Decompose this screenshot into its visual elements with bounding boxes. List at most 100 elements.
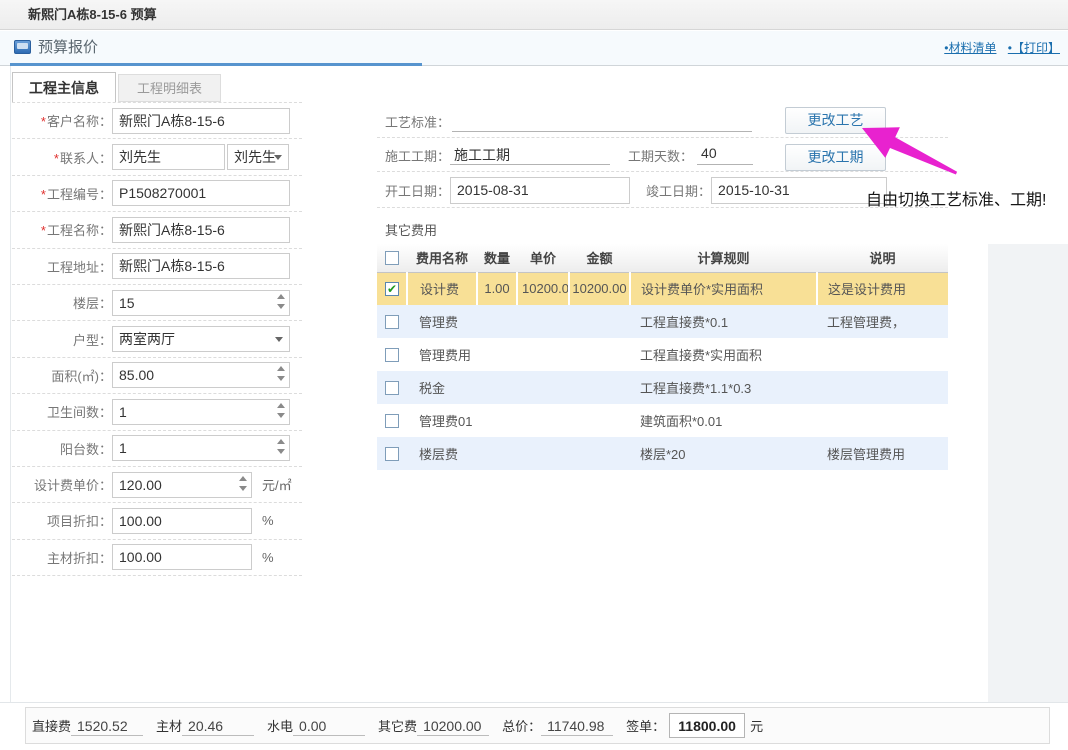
fees-table: 费用名称 数量 单价 金额 计算规则 说明 ✔ 设计费 1.00 10200.0… xyxy=(377,244,948,470)
toolbar-links: •材料清单 •【打印】 xyxy=(936,31,1060,65)
toolbar: 预算报价 •材料清单 •【打印】 xyxy=(0,31,1068,66)
stepper-arrows-icon[interactable] xyxy=(277,439,285,457)
material-list-link[interactable]: •材料清单 xyxy=(944,41,996,55)
row-checkbox-checked[interactable]: ✔ xyxy=(385,282,399,296)
form-row-balcony-count: 阳台数： xyxy=(12,431,302,467)
construction-schedule-value: 施工工期 xyxy=(450,145,610,165)
project-discount-input[interactable] xyxy=(112,508,252,534)
form-row-area: 面积(㎡)： xyxy=(12,358,302,394)
start-date-input[interactable] xyxy=(450,177,630,204)
col-amount: 金额 xyxy=(569,244,630,272)
col-unit-price: 单价 xyxy=(517,244,569,272)
form-row-project-code: *工程编号： xyxy=(12,176,302,212)
process-standard-label: 工艺标准： xyxy=(377,112,450,131)
project-name-input[interactable] xyxy=(112,217,290,243)
chevron-down-icon xyxy=(274,155,282,160)
tab-project-detail[interactable]: 工程明细表 xyxy=(118,74,221,102)
customer-name-input[interactable] xyxy=(112,108,290,134)
tab-bar: 工程主信息 工程明细表 xyxy=(12,72,221,102)
fee-row-tax[interactable]: 税金 工程直接费*1.1*0.3 xyxy=(377,371,948,404)
stepper-arrows-icon[interactable] xyxy=(277,403,285,421)
total-price-value: 11740.98 xyxy=(541,718,613,736)
end-date-input[interactable] xyxy=(711,177,887,204)
area-stepper[interactable] xyxy=(112,362,290,388)
annotation-text: 自由切换工艺标准、工期! xyxy=(866,186,1046,210)
form-row-floor: 楼层： xyxy=(12,285,302,321)
window-title: 新熙门A栋8-15-6 预算 xyxy=(28,7,157,22)
required-mark: * xyxy=(41,187,46,202)
project-main-form: *客户名称： *联系人： 刘先生 *工程编号： *工程名称： 工程地址： 楼层： xyxy=(12,102,302,576)
sign-amount-input[interactable] xyxy=(669,713,745,738)
material-discount-unit: % xyxy=(262,550,274,565)
title-accent-underline xyxy=(10,63,422,66)
row-checkbox[interactable] xyxy=(385,414,399,428)
bathroom-count-stepper[interactable] xyxy=(112,399,290,425)
contact-input[interactable] xyxy=(112,144,225,170)
project-address-input[interactable] xyxy=(112,253,290,279)
water-electric-label: 水电 xyxy=(267,716,293,735)
content-left-border xyxy=(10,66,11,750)
form-row-customer-name: *客户名称： xyxy=(12,103,302,139)
row-checkbox[interactable] xyxy=(385,348,399,362)
floor-label: 楼层： xyxy=(12,293,112,312)
process-standard-value xyxy=(452,112,752,132)
fee-row-management-fee[interactable]: 管理费用 工程直接费*实用面积 xyxy=(377,338,948,371)
row-checkbox[interactable] xyxy=(385,447,399,461)
stepper-arrows-icon[interactable] xyxy=(277,294,285,312)
col-fee-name: 费用名称 xyxy=(407,244,477,272)
form-row-project-name: *工程名称： xyxy=(12,212,302,248)
end-date-label: 竣工日期： xyxy=(638,181,711,200)
floor-stepper[interactable] xyxy=(112,290,290,316)
water-electric-value: 0.00 xyxy=(293,718,365,736)
bathroom-count-label: 卫生间数： xyxy=(12,402,112,421)
fee-row-design[interactable]: ✔ 设计费 1.00 10200.00 10200.00 设计费单价*实用面积 … xyxy=(377,272,948,305)
other-fees-label: 其它费用 xyxy=(385,220,437,239)
right-background-strip xyxy=(988,244,1068,702)
other-fee-value: 10200.00 xyxy=(417,718,489,736)
currency-unit: 元 xyxy=(750,716,763,735)
design-fee-price-stepper[interactable] xyxy=(112,472,252,498)
construction-schedule-label: 施工工期： xyxy=(377,146,450,165)
stepper-arrows-icon[interactable] xyxy=(277,366,285,384)
balcony-count-stepper[interactable] xyxy=(112,435,290,461)
contact-label: *联系人： xyxy=(12,148,112,167)
budget-window: 新熙门A栋8-15-6 预算 预算报价 •材料清单 •【打印】 工程主信息 工程… xyxy=(0,0,1068,750)
start-date-label: 开工日期： xyxy=(377,181,450,200)
contact-select[interactable]: 刘先生 xyxy=(227,144,289,170)
form-row-bathroom-count: 卫生间数： xyxy=(12,394,302,430)
row-checkbox[interactable] xyxy=(385,381,399,395)
project-discount-unit: % xyxy=(262,513,274,528)
house-type-label: 户型： xyxy=(12,330,112,349)
print-link[interactable]: •【打印】 xyxy=(1008,41,1060,55)
house-type-select[interactable]: 两室两厅 xyxy=(112,326,290,352)
fee-row-management-01[interactable]: 管理费01 建筑面积*0.01 xyxy=(377,404,948,437)
col-note: 说明 xyxy=(817,244,948,272)
material-discount-input[interactable] xyxy=(112,544,252,570)
row-checkbox[interactable] xyxy=(385,315,399,329)
select-all-checkbox[interactable] xyxy=(385,251,399,265)
project-code-input[interactable] xyxy=(112,180,290,206)
design-fee-price-unit: 元/㎡ xyxy=(262,475,292,494)
balcony-count-label: 阳台数： xyxy=(12,439,112,458)
col-qty: 数量 xyxy=(477,244,517,272)
customer-name-label: *客户名称： xyxy=(12,111,112,130)
required-mark: * xyxy=(54,151,59,166)
design-fee-price-label: 设计费单价： xyxy=(12,475,112,494)
fees-header-row: 费用名称 数量 单价 金额 计算规则 说明 xyxy=(377,244,948,272)
fee-row-management[interactable]: 管理费 工程直接费*0.1 工程管理费， xyxy=(377,305,948,338)
main-material-label: 主材 xyxy=(156,716,182,735)
budget-quote-icon xyxy=(14,40,31,54)
form-row-design-fee-price: 设计费单价： 元/㎡ xyxy=(12,467,302,503)
form-row-project-discount: 项目折扣： % xyxy=(12,503,302,539)
totals-footer: 直接费1520.52 主材20.46 水电0.00 其它费10200.00 总价… xyxy=(0,702,1068,750)
sign-amount-label: 签单： xyxy=(626,716,665,735)
project-discount-label: 项目折扣： xyxy=(12,511,112,530)
tab-project-main-info[interactable]: 工程主信息 xyxy=(12,72,116,102)
fee-row-floor-fee[interactable]: 楼层费 楼层*20 楼层管理费用 xyxy=(377,437,948,470)
direct-fee-label: 直接费 xyxy=(32,716,71,735)
area-label: 面积(㎡)： xyxy=(12,366,112,385)
stepper-arrows-icon[interactable] xyxy=(239,476,247,494)
form-row-house-type: 户型： 两室两厅 xyxy=(12,321,302,357)
page-title: 预算报价 xyxy=(38,31,98,65)
other-fee-label: 其它费 xyxy=(378,716,417,735)
